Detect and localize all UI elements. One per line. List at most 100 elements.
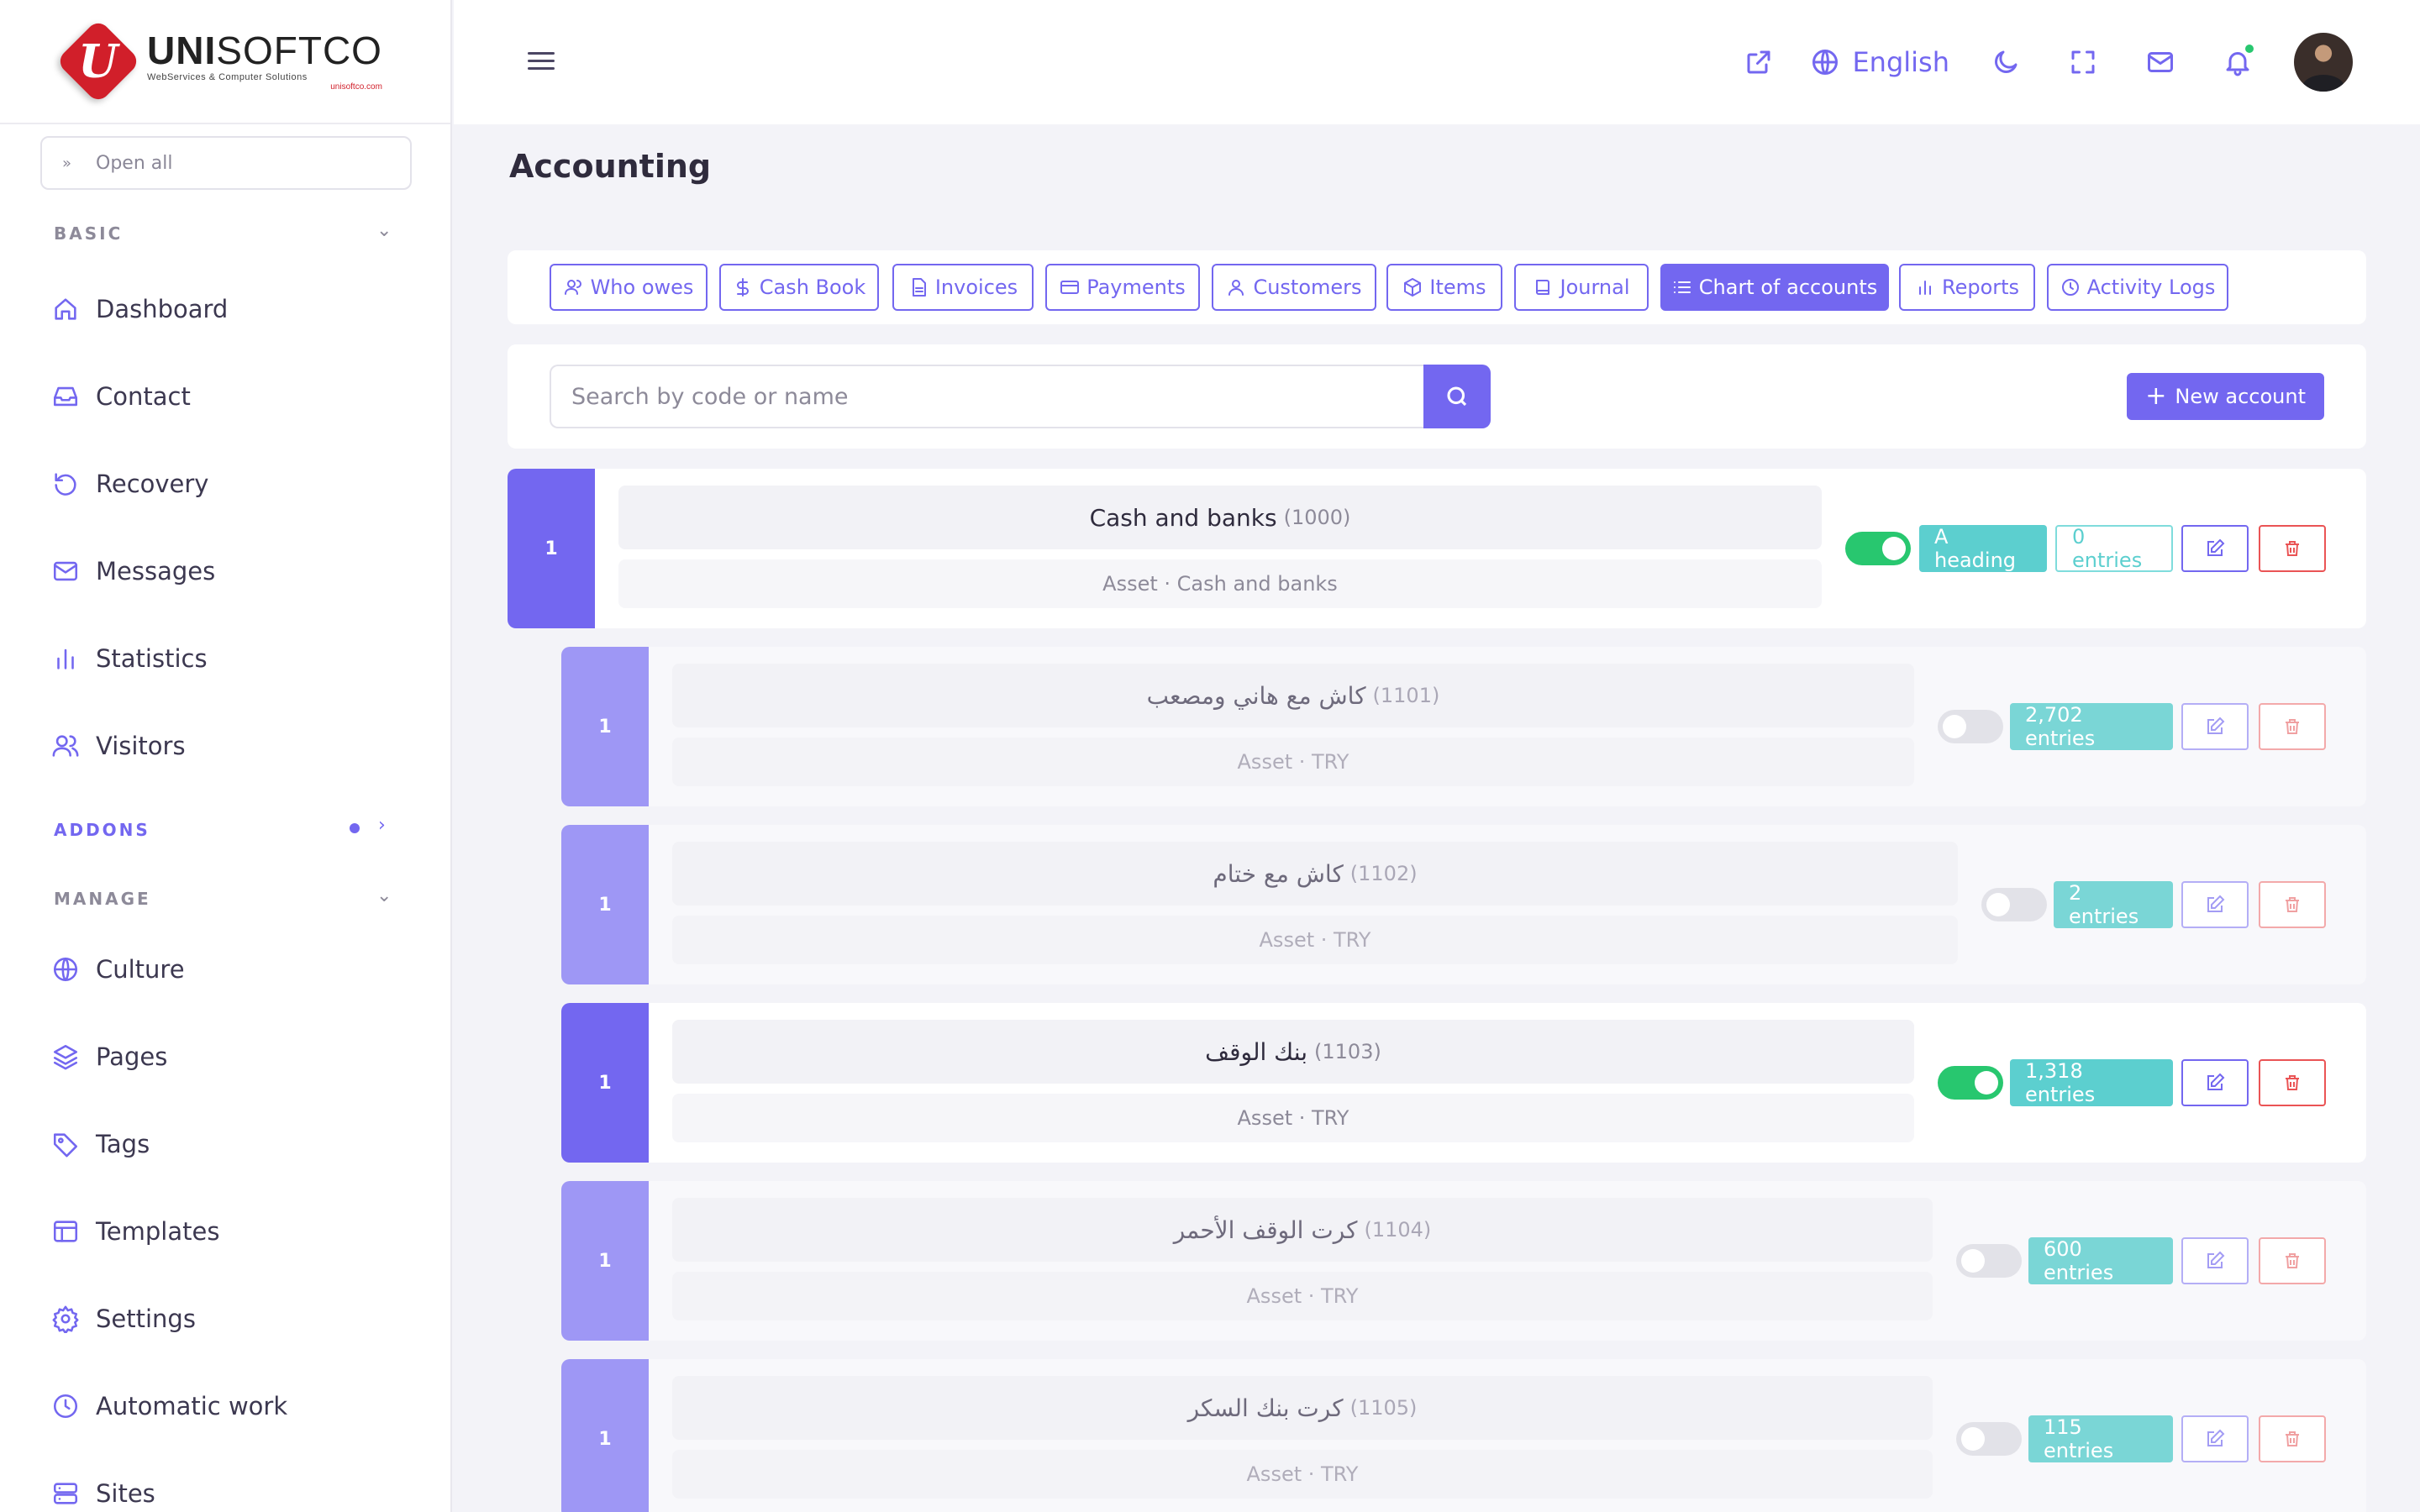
new-account-button[interactable]: + New account [2127, 373, 2324, 420]
section-basic[interactable]: BASIC [54, 223, 123, 244]
account-enabled-toggle[interactable] [1938, 710, 2003, 743]
entries-badge[interactable]: 0 entries [2055, 525, 2173, 572]
mail-icon[interactable] [2139, 41, 2181, 83]
top-header: English [454, 0, 2420, 124]
delete-button[interactable] [2259, 703, 2326, 750]
account-row[interactable]: 1 كاش مع ختام (1102) Asset · TRY 2 entrie… [561, 825, 2366, 984]
chevron-down-icon[interactable]: ⌄ [376, 220, 392, 241]
sidebar-item-messages[interactable]: Messages [49, 546, 215, 596]
account-name[interactable]: كرت بنك السكر (1105) [672, 1376, 1933, 1440]
sidebar-item-automatic-work[interactable]: Automatic work [49, 1381, 287, 1431]
edit-icon [2207, 1429, 2225, 1446]
account-row[interactable]: 1 كاش مع هاني ومصعب (1101) Asset · TRY 2,… [561, 647, 2366, 806]
account-enabled-toggle[interactable] [1981, 888, 2047, 921]
edit-button[interactable] [2181, 1415, 2249, 1462]
sidebar-item-settings[interactable]: Settings [49, 1294, 196, 1344]
section-addons[interactable]: ADDONS [54, 820, 150, 840]
sidebar-item-templates[interactable]: Templates [49, 1206, 219, 1257]
server-icon [49, 1477, 82, 1510]
fullscreen-icon[interactable] [2062, 41, 2104, 83]
language-selector[interactable]: English [1810, 46, 1949, 78]
edit-button[interactable] [2181, 1237, 2249, 1284]
edit-button[interactable] [2181, 1059, 2249, 1106]
edit-button[interactable] [2181, 703, 2249, 750]
tab-chart-of-accounts[interactable]: Chart of accounts [1660, 264, 1889, 311]
tab-reports[interactable]: Reports [1899, 264, 2035, 311]
sidebar-item-tags[interactable]: Tags [49, 1119, 150, 1169]
trash-icon [2286, 897, 2299, 912]
addons-indicator-dot [350, 823, 360, 833]
tab-cash-book[interactable]: Cash Book [719, 264, 879, 311]
account-name[interactable]: Cash and banks (1000) [618, 486, 1822, 549]
chevron-down-icon[interactable]: ⌄ [376, 885, 392, 906]
delete-button[interactable] [2259, 1415, 2326, 1462]
tab-activity-logs[interactable]: Activity Logs [2047, 264, 2228, 311]
entries-badge[interactable]: 600 entries [2028, 1237, 2173, 1284]
open-all-button[interactable]: » Open all [40, 136, 412, 190]
globe-icon [1812, 50, 1839, 75]
account-row[interactable]: 1 كرت بنك السكر (1105) Asset · TRY 115 en… [561, 1359, 2366, 1512]
tab-invoices[interactable]: Invoices [892, 264, 1034, 311]
account-enabled-toggle[interactable] [1845, 532, 1911, 565]
edit-button[interactable] [2181, 525, 2249, 572]
delete-button[interactable] [2259, 881, 2326, 928]
account-name[interactable]: كاش مع هاني ومصعب (1101) [672, 664, 1914, 727]
delete-button[interactable] [2259, 1237, 2326, 1284]
restore-icon [49, 467, 82, 501]
notification-dot [2244, 43, 2255, 55]
account-row[interactable]: 1 كرت الوقف الأحمر (1104) Asset · TRY 600… [561, 1181, 2366, 1341]
logo-title: UNISOFTCO [147, 29, 382, 72]
clock-icon [49, 1389, 82, 1423]
entries-badge[interactable]: 115 entries [2028, 1415, 2173, 1462]
logo-mark: U [55, 18, 141, 104]
entries-badge[interactable]: 2,702 entries [2010, 703, 2173, 750]
account-row[interactable]: 1 بنك الوقف (1103) Asset · TRY 1,318 entr… [561, 1003, 2366, 1163]
tab-customers[interactable]: Customers [1212, 264, 1376, 311]
account-name[interactable]: بنك الوقف (1103) [672, 1020, 1914, 1084]
tab-payments[interactable]: Payments [1045, 264, 1200, 311]
avatar[interactable] [2294, 33, 2353, 92]
external-link-icon[interactable] [1738, 41, 1780, 83]
sidebar-item-sites[interactable]: Sites [49, 1468, 155, 1512]
clock-icon [2061, 279, 2079, 296]
tab-journal[interactable]: Journal [1514, 264, 1649, 311]
sidebar-item-recovery[interactable]: Recovery [49, 459, 208, 509]
account-meta: Asset · TRY [672, 1450, 1933, 1499]
edit-button[interactable] [2181, 881, 2249, 928]
edit-icon [2207, 895, 2225, 912]
entries-badge[interactable]: 2 entries [2054, 881, 2173, 928]
moon-icon[interactable] [1985, 41, 2027, 83]
search-bar: + New account [508, 344, 2366, 449]
sidebar-item-dashboard[interactable]: Dashboard [49, 284, 228, 334]
book-icon [1536, 280, 1550, 295]
entries-badge[interactable]: 1,318 entries [2010, 1059, 2173, 1106]
page-title: Accounting [509, 148, 712, 185]
tab-who-owes[interactable]: Who owes [550, 264, 708, 311]
account-enabled-toggle[interactable] [1956, 1244, 2022, 1278]
home-icon [49, 292, 82, 326]
sidebar-item-visitors[interactable]: Visitors [49, 721, 186, 771]
search-input[interactable] [550, 365, 1423, 428]
account-enabled-toggle[interactable] [1956, 1422, 2022, 1456]
sidebar-item-statistics[interactable]: Statistics [49, 633, 208, 684]
menu-toggle-icon[interactable] [528, 47, 555, 77]
delete-button[interactable] [2259, 1059, 2326, 1106]
sidebar-item-pages[interactable]: Pages [49, 1032, 167, 1082]
account-level: 1 [561, 1181, 649, 1341]
tab-items[interactable]: Items [1386, 264, 1502, 311]
sidebar-item-contact[interactable]: Contact [49, 371, 191, 422]
bell-icon[interactable] [2217, 41, 2259, 83]
account-enabled-toggle[interactable] [1938, 1066, 2003, 1100]
list-icon [1673, 281, 1691, 293]
edit-icon [2207, 1073, 2225, 1090]
sidebar-item-culture[interactable]: Culture [49, 944, 185, 995]
search-button[interactable] [1423, 365, 1491, 428]
delete-button[interactable] [2259, 525, 2326, 572]
chevron-right-icon[interactable]: › [378, 815, 386, 836]
logo[interactable]: U UNISOFTCO WebServices & Computer Solut… [0, 0, 450, 124]
account-row[interactable]: 1 Cash and banks (1000) Asset · Cash and … [508, 469, 2366, 628]
account-name[interactable]: كرت الوقف الأحمر (1104) [672, 1198, 1933, 1262]
section-manage[interactable]: MANAGE [54, 889, 151, 909]
account-meta: Asset · TRY [672, 738, 1914, 786]
account-name[interactable]: كاش مع ختام (1102) [672, 842, 1958, 906]
